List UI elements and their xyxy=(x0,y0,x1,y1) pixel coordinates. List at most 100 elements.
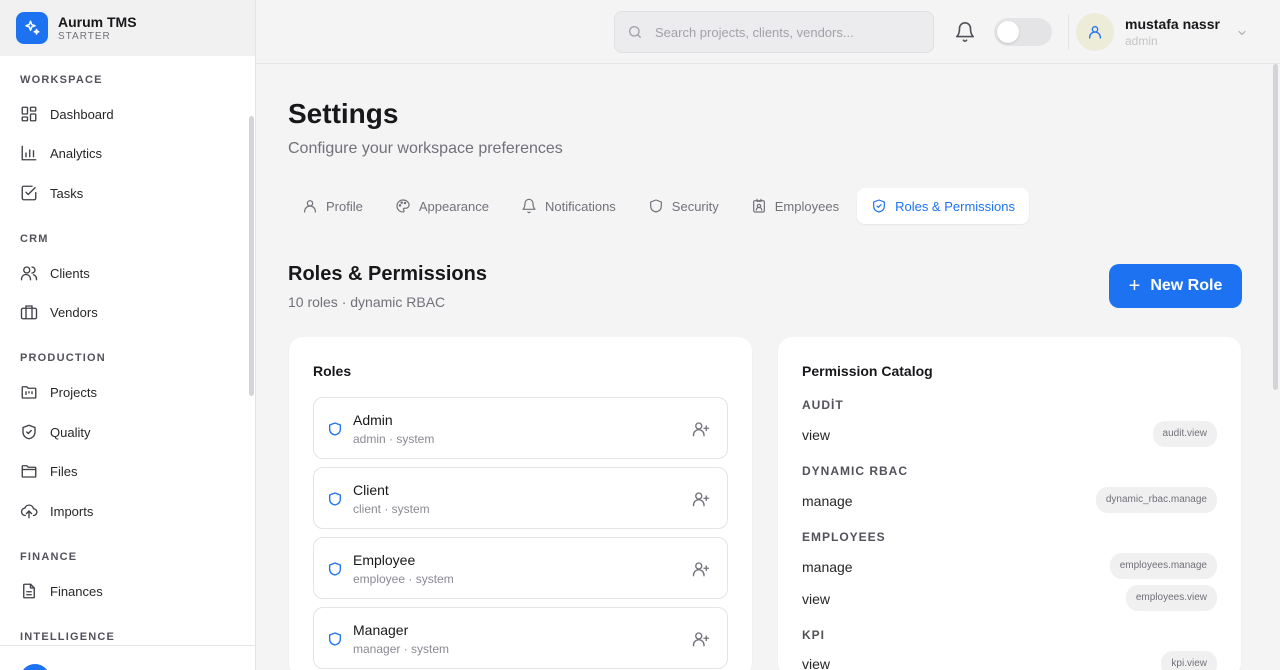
role-meta: client · system xyxy=(353,502,430,516)
sidebar-item-projects[interactable]: Projects xyxy=(12,375,242,409)
page-scrollbar[interactable] xyxy=(1273,64,1278,390)
user-plus-icon[interactable] xyxy=(692,630,710,648)
permission-code-badge: audit.view xyxy=(1152,421,1217,447)
role-name: Manager xyxy=(353,622,409,638)
id-badge-icon xyxy=(752,198,765,213)
tab-security[interactable]: Security xyxy=(634,188,733,224)
user-icon xyxy=(304,200,316,213)
theme-toggle[interactable] xyxy=(994,18,1052,46)
tab-label: Roles & Permissions xyxy=(895,198,1016,214)
user-plus-icon[interactable] xyxy=(692,490,710,508)
topbar-divider xyxy=(1068,14,1069,50)
permission-code-badge: employees.view xyxy=(1125,585,1217,611)
briefcase-icon xyxy=(20,305,38,320)
user-icon xyxy=(1089,26,1101,39)
user-menu[interactable]: mustafa nassr admin xyxy=(1076,12,1246,52)
section-label-finance: FINANCE xyxy=(20,551,78,563)
sparkles-icon xyxy=(16,12,48,44)
brand-name: Aurum TMS xyxy=(58,13,137,30)
sidebar-item-vendors[interactable]: Vendors xyxy=(12,295,242,329)
permission-group-label: EMPLOYEES xyxy=(802,530,886,544)
permission-action: view xyxy=(802,591,831,607)
sidebar-nav: WORKSPACE Dashboard Analytics Tasks CRM … xyxy=(0,56,256,670)
role-meta: manager · system xyxy=(353,642,450,656)
sidebar-item-label: Analytics xyxy=(50,145,103,161)
settings-tabs: Profile Appearance Notifications Securit… xyxy=(288,188,1033,224)
sidebar-footer-divider xyxy=(0,645,256,646)
shield-icon xyxy=(329,492,341,506)
section-title: Roles & Permissions xyxy=(288,263,487,285)
sidebar: Aurum TMS STARTER WORKSPACE Dashboard An… xyxy=(0,0,256,670)
chevron-down-icon xyxy=(1238,31,1246,35)
new-role-button[interactable]: + New Role xyxy=(1109,264,1242,308)
permission-action: view xyxy=(802,427,831,443)
permission-group-label: AUDİT xyxy=(802,398,844,412)
role-item-admin[interactable]: Admin admin · system xyxy=(313,397,728,459)
sidebar-item-tasks[interactable]: Tasks xyxy=(12,176,242,210)
search-input[interactable] xyxy=(655,24,915,40)
search-box[interactable] xyxy=(614,11,934,53)
role-meta: employee · system xyxy=(353,572,454,586)
permission-code-badge: kpi.view xyxy=(1161,651,1217,670)
new-role-label: New Role xyxy=(1150,277,1223,294)
dashboard-icon xyxy=(21,106,37,122)
section-subtitle: 10 roles · dynamic RBAC xyxy=(288,294,446,310)
permission-code-badge: dynamic_rbac.manage xyxy=(1095,487,1217,513)
sidebar-item-analytics[interactable]: Analytics xyxy=(12,136,242,170)
file-text-icon xyxy=(23,583,35,599)
role-item-client[interactable]: Client client · system xyxy=(313,467,728,529)
permission-code-badge: employees.manage xyxy=(1109,553,1217,579)
tab-profile[interactable]: Profile xyxy=(288,188,377,224)
sidebar-item-label: Files xyxy=(50,463,78,479)
bar-chart-icon xyxy=(21,145,37,161)
folder-icon xyxy=(21,465,37,478)
role-item-employee[interactable]: Employee employee · system xyxy=(313,537,728,599)
user-role: admin xyxy=(1125,33,1158,48)
sidebar-item-label: Quality xyxy=(50,424,91,440)
search-icon xyxy=(629,26,641,38)
shield-check-icon xyxy=(873,199,886,213)
sidebar-item-dashboard[interactable]: Dashboard xyxy=(12,97,242,131)
tab-notifications[interactable]: Notifications xyxy=(507,188,630,224)
toggle-knob xyxy=(997,21,1019,43)
permission-action: view xyxy=(802,656,831,670)
sidebar-item-label: Tasks xyxy=(50,185,84,201)
shield-check-icon xyxy=(22,424,36,440)
check-square-icon xyxy=(21,185,37,201)
bell-icon[interactable] xyxy=(954,21,976,43)
sidebar-scrollbar[interactable] xyxy=(249,116,254,396)
sidebar-item-label: Clients xyxy=(50,265,90,281)
section-label-crm: CRM xyxy=(20,233,49,245)
permission-action: manage xyxy=(802,559,853,575)
role-item-manager[interactable]: Manager manager · system xyxy=(313,607,728,669)
sidebar-item-quality[interactable]: Quality xyxy=(12,415,242,449)
permission-group-label: KPI xyxy=(802,628,826,642)
tab-label: Appearance xyxy=(418,198,489,214)
user-plus-icon[interactable] xyxy=(692,560,710,578)
tab-label: Profile xyxy=(326,198,363,214)
section-label-production: PRODUCTION xyxy=(20,352,106,364)
tab-employees[interactable]: Employees xyxy=(737,188,853,224)
shield-icon xyxy=(329,632,341,646)
brand[interactable]: Aurum TMS STARTER xyxy=(0,0,255,56)
sidebar-item-clients[interactable]: Clients xyxy=(12,256,242,290)
sidebar-item-label: Vendors xyxy=(50,304,98,320)
user-plus-icon[interactable] xyxy=(692,420,710,438)
tab-label: Employees xyxy=(774,198,840,214)
tab-appearance[interactable]: Appearance xyxy=(381,188,503,224)
upload-cloud-icon xyxy=(20,504,38,519)
tab-roles-permissions[interactable]: Roles & Permissions xyxy=(857,188,1030,224)
section-label-intelligence: INTELLIGENCE xyxy=(20,631,116,643)
sidebar-item-files[interactable]: Files xyxy=(12,454,242,488)
bell-icon xyxy=(522,198,536,214)
card-title: Permission Catalog xyxy=(802,363,933,379)
page-title: Settings xyxy=(288,98,399,129)
sidebar-item-finances[interactable]: Finances xyxy=(12,574,242,608)
tab-label: Notifications xyxy=(544,198,616,214)
sidebar-item-label: Imports xyxy=(50,503,94,519)
shield-icon xyxy=(329,562,341,576)
sidebar-item-imports[interactable]: Imports xyxy=(12,494,242,528)
role-name: Client xyxy=(353,482,389,498)
sidebar-item-label: Finances xyxy=(50,583,103,599)
permission-action: manage xyxy=(802,493,853,509)
